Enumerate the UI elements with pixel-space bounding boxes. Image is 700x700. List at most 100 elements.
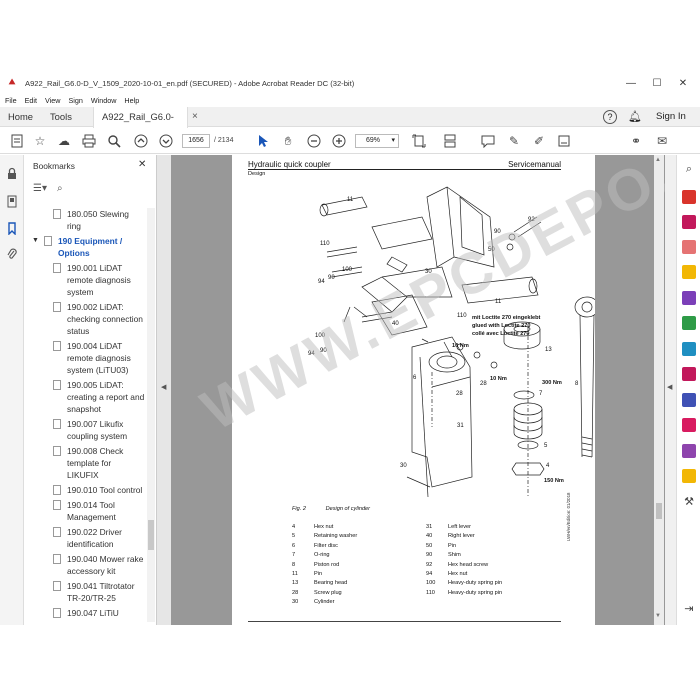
close-tab-button[interactable]: × bbox=[188, 107, 198, 127]
document-viewport[interactable]: Hydraulic quick coupler Servicemanual De… bbox=[171, 155, 665, 625]
page-thumbnails-icon[interactable] bbox=[5, 195, 19, 209]
tab-tools[interactable]: Tools bbox=[50, 107, 72, 127]
fit-page-icon[interactable] bbox=[410, 132, 428, 150]
part-name: Filter disc bbox=[314, 542, 338, 549]
bookmarks-panel-icon[interactable] bbox=[5, 222, 19, 236]
cloud-upload-icon[interactable]: ☁ bbox=[55, 132, 73, 150]
bookmark-item[interactable]: 190.014 Tool Management bbox=[25, 499, 147, 523]
bookmark-item[interactable]: 190.005 LiDAT: creating a report and sna… bbox=[25, 379, 147, 415]
edit-pdf-icon[interactable] bbox=[682, 240, 696, 254]
parts-list-row: 7 O-ring bbox=[292, 552, 330, 558]
bookmark-item[interactable]: 190.004 LiDAT remote diagnosis system (L… bbox=[25, 340, 147, 376]
send-for-signature-icon[interactable] bbox=[682, 418, 696, 432]
scan-ocr-icon[interactable] bbox=[682, 469, 696, 483]
loctite-note-en: glued with Loctite 270 bbox=[472, 323, 530, 329]
bookmark-item[interactable]: 190.041 Tiltrotator TR-20/TR-25 bbox=[25, 580, 147, 604]
combine-files-icon[interactable] bbox=[682, 291, 696, 305]
close-window-button[interactable]: ✕ bbox=[670, 72, 696, 94]
export-pdf-icon[interactable] bbox=[682, 190, 696, 204]
compress-pdf-icon[interactable] bbox=[682, 342, 696, 356]
scroll-up-arrow[interactable]: ▲ bbox=[655, 157, 661, 163]
zoom-search-icon[interactable] bbox=[105, 132, 123, 150]
expand-arrow-icon[interactable]: ⇥ bbox=[682, 602, 696, 616]
part-name: Heavy-duty spring pin bbox=[448, 589, 503, 596]
callout-110-lower: 110 bbox=[457, 313, 467, 319]
next-page-icon[interactable] bbox=[157, 132, 175, 150]
zoom-level-select[interactable]: 69% bbox=[355, 134, 399, 148]
bookmarks-scroll-thumb[interactable] bbox=[148, 520, 154, 550]
maximize-button[interactable]: ☐ bbox=[644, 72, 670, 94]
bookmark-item[interactable]: 190.001 LiDAT remote diagnosis system bbox=[25, 262, 147, 298]
share-link-icon[interactable]: ⚭ bbox=[627, 132, 645, 150]
bookmark-item[interactable]: 190.008 Check template for LIKUFIX bbox=[25, 445, 147, 481]
bookmark-page-icon bbox=[53, 341, 61, 351]
tab-home[interactable]: Home bbox=[8, 107, 33, 127]
collapse-right-icon[interactable]: ◀ bbox=[667, 383, 672, 391]
star-icon[interactable]: ☆ bbox=[31, 132, 49, 150]
left-panel-collapse-handle[interactable]: ◀ bbox=[157, 155, 171, 625]
window-controls: — ☐ ✕ bbox=[618, 72, 696, 94]
footer-rule bbox=[248, 621, 561, 622]
bookmark-item[interactable]: 190.047 LiTiU bbox=[25, 607, 147, 619]
bookmark-item[interactable]: 190.007 Likufix coupling system bbox=[25, 418, 147, 442]
menu-file[interactable]: File bbox=[5, 96, 17, 105]
more-tools-icon[interactable]: ⚒ bbox=[682, 495, 696, 509]
email-icon[interactable]: ✉ bbox=[653, 132, 671, 150]
scroll-down-arrow[interactable]: ▼ bbox=[655, 613, 661, 619]
comment-icon[interactable] bbox=[479, 132, 497, 150]
minimize-button[interactable]: — bbox=[618, 72, 644, 94]
right-panel-collapse-handle[interactable]: ◀ bbox=[665, 155, 676, 625]
document-scroll-thumb[interactable] bbox=[656, 503, 662, 519]
select-cursor-icon[interactable] bbox=[254, 132, 272, 150]
find-bookmark-icon[interactable]: ⌕ bbox=[57, 183, 63, 197]
close-bookmarks-button[interactable]: ✕ bbox=[138, 159, 146, 170]
bookmark-item[interactable]: 190.022 Driver identification bbox=[25, 526, 147, 550]
collapse-left-icon[interactable]: ◀ bbox=[161, 383, 166, 391]
print-icon[interactable] bbox=[80, 132, 98, 150]
comment-tool-icon[interactable] bbox=[682, 265, 696, 279]
protect-icon[interactable] bbox=[682, 393, 696, 407]
bookmark-group[interactable]: ▼ 190 Equipment / Options bbox=[25, 235, 147, 259]
menu-window[interactable]: Window bbox=[91, 96, 117, 105]
exploded-view-drawing: 11 92 90 110 30 50 100 90 94 40 11 100 1… bbox=[308, 186, 595, 498]
organize-pages-icon[interactable] bbox=[682, 316, 696, 330]
draw-icon[interactable]: ✐ bbox=[530, 132, 548, 150]
hand-tool-icon[interactable]: ✋︎ bbox=[279, 132, 297, 150]
search-icon[interactable]: ⌕ bbox=[682, 162, 696, 176]
parts-list-row: 6 Filter disc bbox=[292, 543, 338, 549]
page-number-input[interactable]: 1656 bbox=[182, 134, 210, 148]
create-pdf-icon[interactable] bbox=[682, 215, 696, 229]
part-name: Screw plug bbox=[314, 589, 342, 596]
torque-label-2: 10 Nm bbox=[490, 376, 507, 382]
bookmark-item[interactable]: 190.040 Mower rake accessory kit bbox=[25, 553, 147, 577]
fill-sign-tool-icon[interactable] bbox=[682, 367, 696, 381]
zoom-out-icon[interactable] bbox=[305, 132, 323, 150]
bookmark-item[interactable]: 190.002 LiDAT: checking connection statu… bbox=[25, 301, 147, 337]
bookmarks-scrollbar[interactable] bbox=[147, 208, 155, 622]
attachments-icon[interactable] bbox=[5, 248, 19, 262]
document-scrollbar[interactable]: ▲ ▼ bbox=[654, 155, 664, 625]
fill-sign-icon[interactable] bbox=[555, 132, 573, 150]
bookmark-item[interactable]: 180.050 Slewing ring bbox=[25, 208, 147, 232]
menu-edit[interactable]: Edit bbox=[25, 96, 37, 105]
help-icon[interactable]: ? bbox=[603, 110, 617, 124]
callout-13: 13 bbox=[545, 347, 552, 353]
menu-help[interactable]: Help bbox=[124, 96, 139, 105]
menu-view[interactable]: View bbox=[45, 96, 60, 105]
bell-icon[interactable]: 🔔︎ bbox=[628, 109, 642, 125]
bookmark-item[interactable]: 190.010 Tool control bbox=[25, 484, 147, 496]
menu-sign[interactable]: Sign bbox=[68, 96, 82, 105]
sign-icon[interactable] bbox=[682, 444, 696, 458]
scroll-mode-icon[interactable] bbox=[441, 132, 459, 150]
lock-icon[interactable] bbox=[5, 167, 19, 181]
parts-list-row: 28 Screw plug bbox=[292, 590, 342, 596]
highlight-pen-icon[interactable]: ✎ bbox=[505, 132, 523, 150]
previous-page-icon[interactable] bbox=[132, 132, 150, 150]
tab-document[interactable]: A922_Rail_G6.0-D_... bbox=[93, 107, 188, 142]
bookmark-icon[interactable] bbox=[8, 132, 26, 150]
part-number: 8 bbox=[292, 561, 296, 568]
bookmark-options-icon[interactable]: ☰▾ bbox=[33, 183, 47, 197]
zoom-in-icon[interactable] bbox=[330, 132, 348, 150]
sign-in-button[interactable]: Sign In bbox=[656, 107, 686, 127]
expand-arrow-icon[interactable]: ▼ bbox=[32, 235, 39, 247]
